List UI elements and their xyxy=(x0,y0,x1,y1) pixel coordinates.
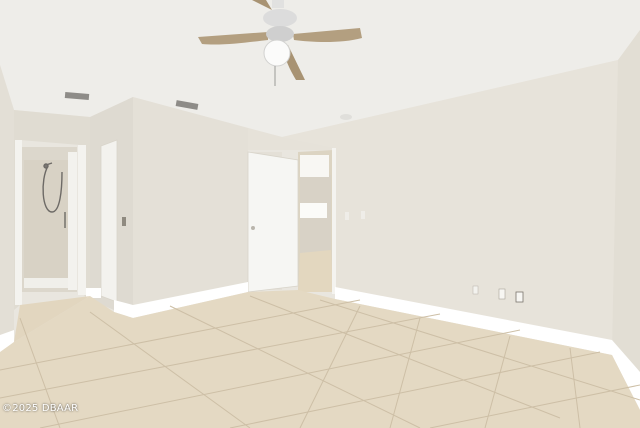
left-wall xyxy=(0,65,14,352)
outlet-icon xyxy=(498,288,506,300)
bathroom-door-edge xyxy=(68,152,77,290)
next-room-ceiling-light xyxy=(300,155,329,177)
next-room-floor xyxy=(298,250,333,292)
bedroom-door xyxy=(247,151,299,293)
door-knob-icon xyxy=(251,226,255,230)
outlet-icon xyxy=(515,291,524,303)
center-wall-main xyxy=(133,97,248,315)
wall-plate xyxy=(361,211,365,219)
room-illustration xyxy=(0,0,640,428)
room-photo: ©2025 DBAAR xyxy=(0,0,640,428)
shower-tub-edge xyxy=(24,278,68,288)
wall-plate xyxy=(345,212,349,220)
light-switch-icon xyxy=(122,217,126,226)
outlet-icon xyxy=(472,285,479,295)
doorway-frame xyxy=(332,148,336,294)
bathroom-door-frame xyxy=(15,140,22,305)
smoke-detector xyxy=(340,114,352,120)
closet-door xyxy=(100,139,118,303)
bathroom-door-frame-right xyxy=(78,145,86,295)
copyright-watermark: ©2025 DBAAR xyxy=(2,403,79,414)
next-room-window xyxy=(300,203,327,218)
